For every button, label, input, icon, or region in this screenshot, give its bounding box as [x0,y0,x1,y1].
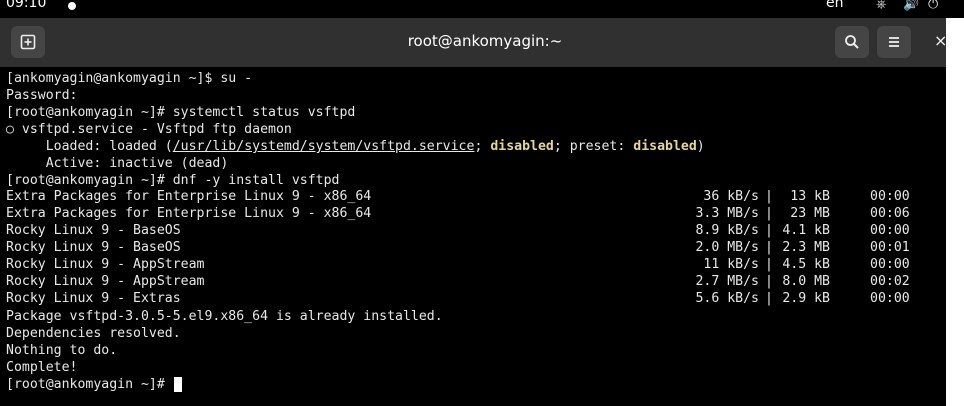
unit-file-path: /usr/lib/systemd/system/vsftpd.service [172,139,475,154]
terminal-line: Nothing to do. [6,343,118,358]
repo-time: 00:06 [870,206,910,221]
keyboard-layout-indicator[interactable]: en [826,0,844,11]
menu-button[interactable] [877,26,911,58]
terminal-line: [ankomyagin@ankomyagin ~]$ su - [6,71,253,86]
repo-name: Rocky Linux 9 - AppStream [6,274,205,289]
repo-name: Rocky Linux 9 - BaseOS [6,223,181,238]
window-title: root@ankomyagin:~ [407,32,563,50]
repo-name: Rocky Linux 9 - AppStream [6,257,205,272]
power-icon[interactable]: ⏻ [928,0,938,12]
repo-size: 23 MB [790,206,830,221]
service-loaded-line: Loaded: loaded (/usr/lib/systemd/system/… [6,138,705,155]
network-icon[interactable]: ⎈ [876,0,886,12]
repo-size: 13 kB [790,189,830,204]
terminal-line: Package vsftpd-3.0.5-5.el9.x86_64 is alr… [6,309,443,324]
repo-time: 00:00 [870,257,910,272]
loaded-suffix: ) [696,139,705,154]
repo-speed: 8.9 kB/s [695,223,759,238]
column-separator: | [765,206,773,221]
text-cursor [174,377,182,392]
terminal-line: ○ vsftpd.service - Vsftpd ftp daemon [6,122,292,137]
repo-size: 4.1 kB [782,223,830,238]
terminal-line: [root@ankomyagin ~]# systemctl status vs… [6,105,356,120]
preset-label: ; preset: [553,139,634,154]
prompt-line: [root@ankomyagin ~]# [6,377,173,392]
terminal-output[interactable]: [ankomyagin@ankomyagin ~]$ su - Password… [0,67,946,406]
desktop-background [946,18,964,406]
repo-speed: 2.0 MB/s [695,240,759,255]
column-separator: | [765,240,773,255]
terminal-line: Complete! [6,360,78,375]
repo-time: 00:00 [870,291,910,306]
repo-speed: 36 kB/s [703,189,759,204]
search-icon [845,35,859,49]
repo-size: 4.5 kB [782,257,830,272]
clock[interactable]: 09:10 [6,0,46,11]
hamburger-menu-icon [889,37,899,47]
preset-state: disabled [633,139,697,154]
repo-time: 00:01 [870,240,910,255]
column-separator: | [765,257,773,272]
repo-speed: 11 kB/s [703,257,759,272]
repo-size: 8.0 MB [782,274,830,289]
repo-name: Extra Packages for Enterprise Linux 9 - … [6,189,372,204]
repo-speed: 3.3 MB/s [695,206,759,221]
repo-name: Rocky Linux 9 - BaseOS [6,240,181,255]
repo-time: 00:02 [870,274,910,289]
terminal-line: Dependencies resolved. [6,326,181,341]
loaded-sep: ; [474,139,491,154]
column-separator: | [765,291,773,306]
column-separator: | [765,274,773,289]
column-separator: | [765,223,773,238]
repo-name: Rocky Linux 9 - Extras [6,291,181,306]
volume-icon[interactable]: 🔊 [903,0,919,12]
repo-time: 00:00 [870,189,910,204]
repo-speed: 5.6 kB/s [695,291,759,306]
terminal-window: root@ankomyagin:~ × [ankomyagin@ankomyag… [0,18,947,406]
repo-name: Extra Packages for Enterprise Linux 9 - … [6,206,372,221]
repo-size: 2.3 MB [782,240,830,255]
notification-dot-icon [68,2,76,10]
repo-time: 00:00 [870,223,910,238]
repo-size: 2.9 kB [782,291,830,306]
search-button[interactable] [835,26,869,58]
enabled-state: disabled [490,139,554,154]
header-bar: root@ankomyagin:~ × [0,18,947,67]
terminal-line: [root@ankomyagin ~]# dnf -y install vsft… [6,173,340,188]
new-tab-icon [20,34,36,50]
terminal-line: Password: [6,88,78,103]
loaded-prefix: Loaded: loaded ( [6,139,173,154]
service-active-line: Active: inactive (dead) [6,156,229,171]
column-separator: | [765,189,773,204]
new-tab-button[interactable] [11,26,45,58]
system-top-bar: 09:10 en ⎈ 🔊 ⏻ [0,0,964,18]
repo-speed: 2.7 MB/s [695,274,759,289]
